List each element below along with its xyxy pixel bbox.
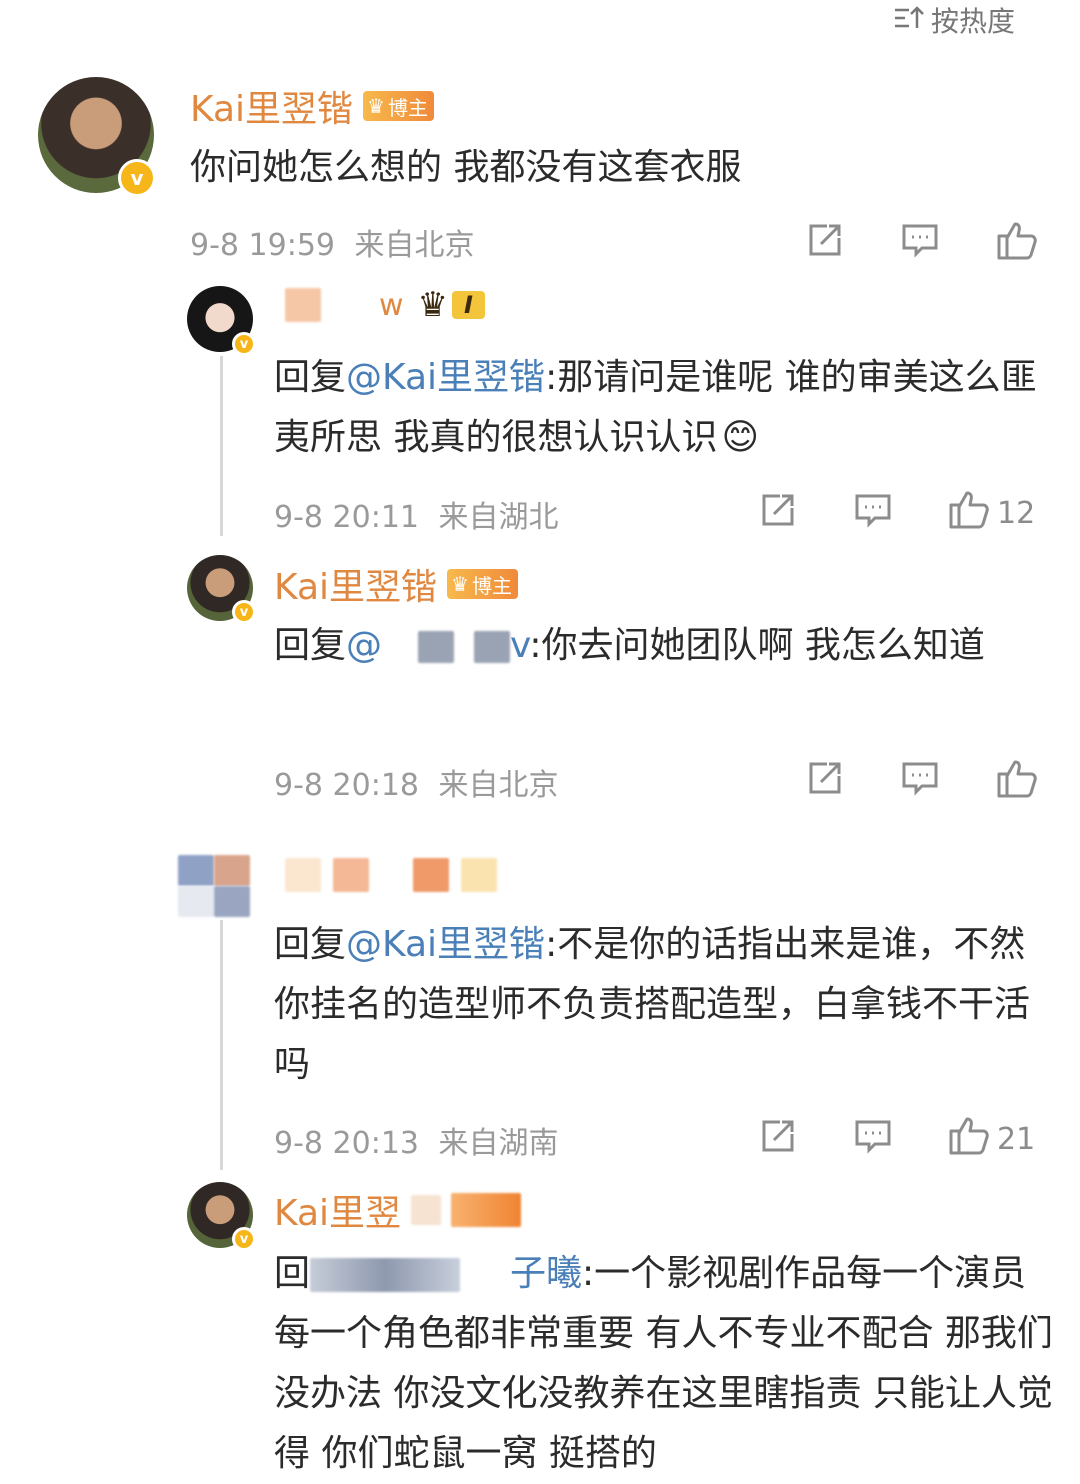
sort-icon bbox=[893, 4, 925, 37]
share-button[interactable] bbox=[758, 1116, 798, 1164]
redacted-badge bbox=[451, 1193, 522, 1227]
verified-icon: v bbox=[232, 1227, 256, 1251]
redacted-name bbox=[418, 631, 455, 663]
redacted-username bbox=[285, 288, 321, 322]
share-icon bbox=[758, 490, 798, 538]
reply-time: 9-8 20:13 bbox=[274, 1126, 419, 1161]
avatar[interactable] bbox=[178, 855, 250, 917]
sort-button[interactable]: 按热度 bbox=[893, 0, 1015, 40]
redacted-username bbox=[285, 858, 497, 892]
comment-icon bbox=[900, 758, 940, 806]
comment-icon bbox=[853, 1116, 893, 1164]
reply-text: 回复@Kai里翌锴:那请问是谁呢 谁的审美这么匪夷所思 我真的很想认识认识 😊 bbox=[274, 357, 1037, 458]
blogger-badge: ♛ 博主 bbox=[363, 91, 434, 121]
share-icon bbox=[805, 758, 845, 806]
crown-icon: ♛ bbox=[367, 94, 385, 118]
blogger-badge: ♛ 博主 bbox=[447, 569, 518, 599]
reply-location: 来自湖北 bbox=[438, 500, 559, 535]
share-icon bbox=[758, 1116, 798, 1164]
comment-time: 9-8 19:59 bbox=[190, 228, 335, 263]
comment-text: 你问她怎么想的 我都没有这套衣服 bbox=[190, 147, 742, 188]
sort-label: 按热度 bbox=[931, 5, 1016, 38]
comment-button[interactable] bbox=[853, 1116, 893, 1164]
reply-location: 来自湖南 bbox=[438, 1126, 559, 1161]
comment-icon bbox=[853, 490, 893, 538]
redacted-name bbox=[474, 631, 511, 663]
comment-button[interactable] bbox=[900, 220, 940, 268]
redacted-badge bbox=[411, 1195, 442, 1225]
reply-text: 回子曦:一个影视剧作品每一个演员 每一个角色都非常重要 有人不专业不配合 那我们… bbox=[274, 1253, 1053, 1474]
like-button[interactable] bbox=[995, 756, 1039, 808]
reply-text: 回复@ v:你去问她团队啊 我怎么知道 bbox=[274, 625, 985, 666]
share-button[interactable] bbox=[805, 758, 845, 806]
reply-time: 9-8 20:18 bbox=[274, 768, 419, 803]
crown-icon: ♛ bbox=[451, 572, 469, 596]
verified-icon: v bbox=[232, 332, 256, 356]
like-icon bbox=[995, 218, 1039, 270]
thread-line bbox=[220, 356, 223, 536]
like-icon bbox=[947, 487, 991, 539]
mention-link[interactable]: @ bbox=[346, 625, 382, 666]
crown-icon: ♛ bbox=[417, 285, 449, 325]
like-count: 21 bbox=[997, 1121, 1036, 1157]
username[interactable]: Kai里翌锴 bbox=[190, 80, 353, 132]
comment-button[interactable] bbox=[900, 758, 940, 806]
verified-icon: v bbox=[232, 600, 256, 624]
mention-link[interactable]: @Kai里翌锴 bbox=[346, 357, 545, 398]
comment-location: 来自北京 bbox=[354, 228, 475, 263]
share-icon bbox=[805, 220, 845, 268]
share-button[interactable] bbox=[758, 490, 798, 538]
username[interactable]: Kai里翌 bbox=[274, 1184, 401, 1236]
like-count: 12 bbox=[997, 495, 1036, 531]
comment-icon bbox=[900, 220, 940, 268]
reply-location: 来自北京 bbox=[438, 768, 559, 803]
share-button[interactable] bbox=[805, 220, 845, 268]
verified-icon: v bbox=[118, 159, 156, 197]
thread-line bbox=[220, 920, 223, 1170]
level-badge: ♛ I bbox=[418, 285, 485, 325]
reply-text: 回复@Kai里翌锴:不是你的话指出来是谁，不然你挂名的造型师不负责搭配造型，白拿… bbox=[274, 924, 1031, 1085]
like-button[interactable]: 12 bbox=[947, 487, 1035, 539]
like-icon bbox=[947, 1113, 991, 1165]
username[interactable]: w bbox=[379, 288, 404, 323]
username[interactable]: Kai里翌锴 bbox=[274, 558, 437, 610]
comment-button[interactable] bbox=[853, 490, 893, 538]
like-button[interactable]: 21 bbox=[947, 1113, 1035, 1165]
like-icon bbox=[995, 756, 1039, 808]
reply-time: 9-8 20:11 bbox=[274, 500, 419, 535]
mention-link[interactable]: @Kai里翌锴 bbox=[346, 924, 545, 965]
redacted-mention bbox=[310, 1258, 461, 1292]
like-button[interactable] bbox=[995, 218, 1039, 270]
smile-emoji-icon: 😊 bbox=[721, 417, 759, 458]
